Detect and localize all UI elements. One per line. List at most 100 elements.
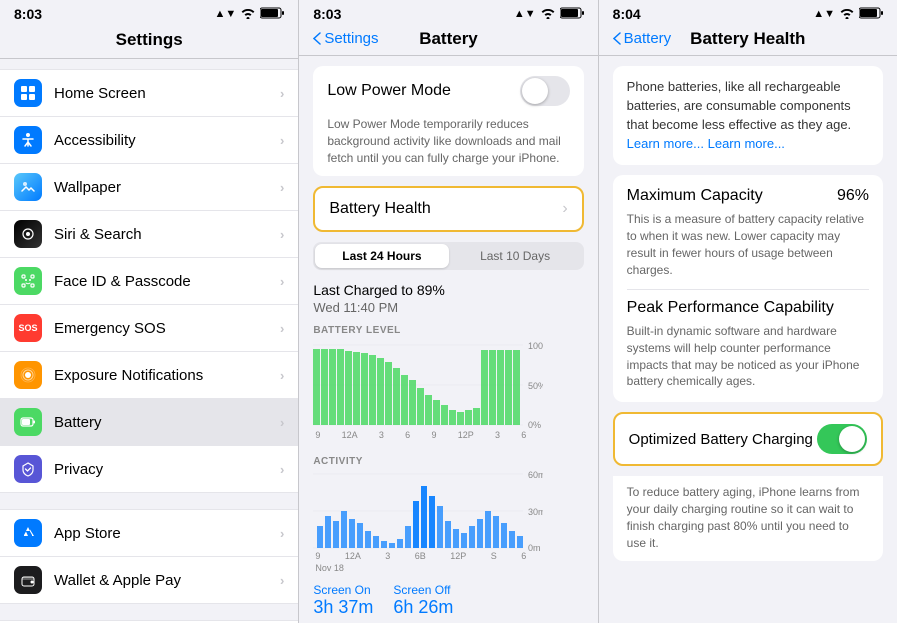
last-charged-time: Wed 11:40 PM — [299, 300, 597, 321]
peak-perf-desc: Built-in dynamic software and hardware s… — [627, 323, 869, 390]
health-intro-card: Phone batteries, like all rechargeable b… — [613, 66, 883, 165]
max-capacity-card: Maximum Capacity 96% This is a measure o… — [613, 175, 883, 402]
screen-off-label: Screen Off — [393, 583, 453, 597]
battery-tabs: Last 24 Hours Last 10 Days — [313, 242, 583, 270]
health-divider-1 — [627, 289, 869, 290]
svg-text:100%: 100% — [528, 341, 543, 351]
sidebar-item-emergency-sos[interactable]: SOS Emergency SOS › — [0, 305, 298, 352]
screen-on-value: 3h 37m — [313, 597, 373, 618]
optimized-charging-row: Optimized Battery Charging — [613, 412, 883, 466]
sidebar-item-app-store[interactable]: App Store › — [0, 509, 298, 557]
time-2: 8:03 — [313, 6, 341, 22]
learn-more-link[interactable]: Learn more... — [627, 136, 704, 151]
peak-perf-row: Peak Performance Capability — [627, 299, 869, 317]
health-back-button[interactable]: Battery — [613, 30, 672, 47]
wifi-icon — [240, 7, 256, 22]
status-icons-1: ▲▼ — [215, 7, 285, 22]
sidebar-item-privacy[interactable]: Privacy › — [0, 446, 298, 493]
battery-menu-icon — [14, 408, 42, 436]
accessibility-label: Accessibility — [54, 132, 280, 149]
wallet-label: Wallet & Apple Pay — [54, 572, 280, 589]
sidebar-item-siri[interactable]: Siri & Search › — [0, 211, 298, 258]
home-screen-icon — [14, 79, 42, 107]
svg-text:50%: 50% — [528, 381, 543, 391]
battery-health-label: Battery Health — [329, 200, 430, 218]
optimized-desc: To reduce battery aging, iPhone learns f… — [627, 484, 869, 551]
status-bar-2: 8:03 ▲▼ — [299, 0, 597, 26]
face-id-label: Face ID & Passcode — [54, 273, 280, 290]
battery-level-label: BATTERY LEVEL — [313, 325, 583, 336]
activity-chart: 60m 30m 0m — [313, 471, 543, 551]
wifi-icon-3 — [839, 7, 855, 22]
signal-icon: ▲▼ — [215, 8, 237, 20]
max-capacity-row: Maximum Capacity 96% — [627, 187, 869, 205]
health-scroll[interactable]: Phone batteries, like all rechargeable b… — [599, 56, 897, 623]
battery-menu-label: Battery — [54, 414, 280, 431]
battery-chart-section: BATTERY LEVEL — [299, 321, 597, 444]
screen-off-item: Screen Off 6h 26m — [393, 583, 453, 618]
home-screen-chevron: › — [280, 86, 284, 101]
status-icons-3: ▲▼ — [813, 7, 883, 22]
tab-10d[interactable]: Last 10 Days — [449, 244, 582, 268]
wallpaper-label: Wallpaper — [54, 179, 280, 196]
low-power-toggle[interactable] — [520, 76, 570, 106]
siri-label: Siri & Search — [54, 226, 280, 243]
sidebar-item-exposure[interactable]: Exposure Notifications › — [0, 352, 298, 399]
settings-scroll[interactable]: Home Screen › Accessibility › Wallpa — [0, 59, 298, 623]
activity-chart-section: ACTIVITY — [299, 452, 597, 577]
settings-nav: Settings — [0, 26, 298, 59]
battery-back-button[interactable]: Settings — [313, 30, 378, 47]
screen-on-label: Screen On — [313, 583, 373, 597]
svg-text:0%: 0% — [528, 420, 541, 430]
health-nav: Battery Battery Health — [599, 26, 897, 56]
privacy-icon — [14, 455, 42, 483]
battery-x-labels: 912A36912P36 — [313, 430, 528, 440]
battery-health-panel: 8:04 ▲▼ Battery Battery Health Phone bat… — [599, 0, 897, 623]
time-1: 8:03 — [14, 6, 42, 22]
home-screen-label: Home Screen — [54, 85, 280, 102]
last-charged-label: Last Charged to 89% — [299, 276, 597, 300]
battery-scroll[interactable]: Low Power Mode Low Power Mode temporaril… — [299, 56, 597, 623]
optimized-charging-toggle[interactable] — [817, 424, 867, 454]
wallet-icon — [14, 566, 42, 594]
optimized-desc-card: To reduce battery aging, iPhone learns f… — [613, 476, 883, 561]
sidebar-item-wallet[interactable]: Wallet & Apple Pay › — [0, 557, 298, 604]
sidebar-item-face-id[interactable]: Face ID & Passcode › — [0, 258, 298, 305]
low-power-desc: Low Power Mode temporarily reduces backg… — [313, 116, 583, 176]
sidebar-item-home-screen[interactable]: Home Screen › — [0, 69, 298, 117]
battery-back-label: Settings — [324, 30, 378, 47]
settings-group-2: App Store › Wallet & Apple Pay › — [0, 509, 298, 604]
settings-panel: 8:03 ▲▼ Settings Home Screen › — [0, 0, 299, 623]
battery-icon-1 — [260, 7, 284, 22]
tab-24h[interactable]: Last 24 Hours — [315, 244, 448, 268]
siri-icon — [14, 220, 42, 248]
battery-health-button[interactable]: Battery Health › — [313, 186, 583, 232]
screen-off-value: 6h 26m — [393, 597, 453, 618]
exposure-icon — [14, 361, 42, 389]
sidebar-item-battery[interactable]: Battery › — [0, 399, 298, 446]
max-capacity-value: 96% — [837, 187, 869, 205]
svg-text:0m: 0m — [528, 543, 541, 551]
battery-panel: 8:03 ▲▼ Settings Battery Low Power Mode … — [299, 0, 598, 623]
battery-icon-3 — [859, 7, 883, 22]
sidebar-item-wallpaper[interactable]: Wallpaper › — [0, 164, 298, 211]
activity-label: ACTIVITY — [313, 456, 583, 467]
battery-title: Battery — [419, 29, 478, 49]
accessibility-icon — [14, 126, 42, 154]
status-bar-1: 8:03 ▲▼ — [0, 0, 298, 26]
privacy-label: Privacy — [54, 461, 280, 478]
peak-perf-label: Peak Performance Capability — [627, 299, 834, 317]
time-3: 8:04 — [613, 6, 641, 22]
sidebar-item-accessibility[interactable]: Accessibility › — [0, 117, 298, 164]
activity-x-labels: 912A36B12PS6 — [313, 551, 528, 561]
screen-time-row: Screen On 3h 37m Screen Off 6h 26m — [299, 577, 597, 623]
signal-icon-3: ▲▼ — [813, 8, 835, 20]
low-power-label: Low Power Mode — [327, 82, 451, 100]
wallpaper-icon — [14, 173, 42, 201]
settings-title: Settings — [116, 30, 183, 50]
emergency-sos-icon: SOS — [14, 314, 42, 342]
settings-group-1: Home Screen › Accessibility › Wallpa — [0, 69, 298, 493]
face-id-icon — [14, 267, 42, 295]
status-bar-3: 8:04 ▲▼ — [599, 0, 897, 26]
exposure-label: Exposure Notifications — [54, 367, 280, 384]
